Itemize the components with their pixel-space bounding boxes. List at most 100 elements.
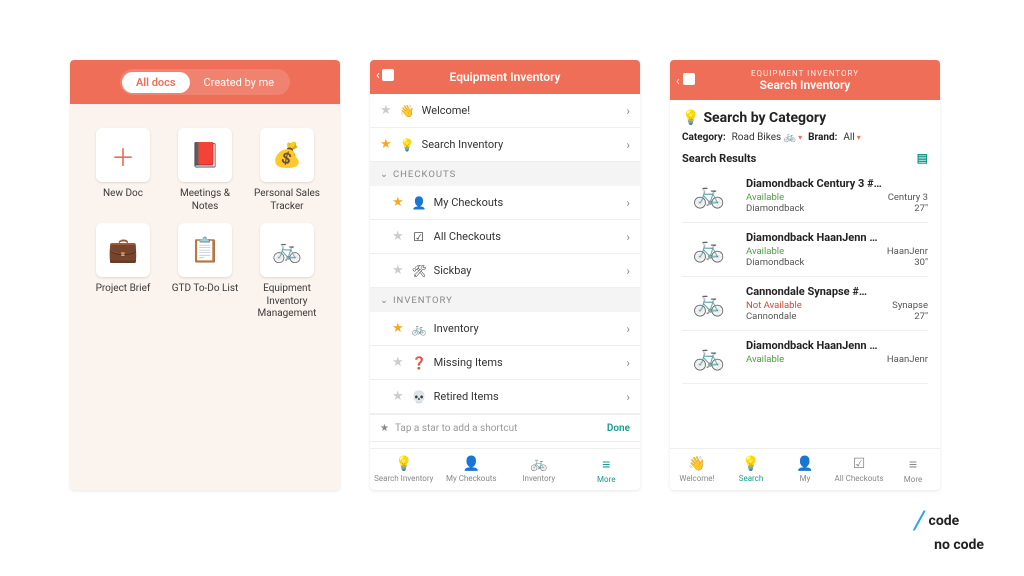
status-badge: Available (746, 192, 784, 203)
list-row[interactable]: ★❓Missing Items› (370, 346, 640, 380)
tab-icon: 👤 (796, 456, 813, 472)
brand-logo: /code no code (914, 506, 984, 554)
header-title: Equipment Inventory (450, 70, 561, 84)
star-icon[interactable]: ★ (380, 103, 392, 118)
back-button[interactable]: ‹ (676, 73, 695, 88)
tab-all-checkouts[interactable]: ☑All Checkouts (832, 449, 886, 490)
status-badge: Available (746, 246, 784, 257)
result-size: 27" (914, 311, 928, 322)
tile-gtd-label: GTD To-Do List (172, 283, 239, 296)
brand-line2: no code (934, 537, 984, 554)
phone-docs-home: All docs Created by me ＋ New Doc 📕Meetings… (70, 60, 340, 490)
tile-new-doc-label: New Doc (103, 188, 143, 201)
result-brand: Cannondale (746, 311, 796, 322)
star-icon[interactable]: ★ (392, 389, 404, 404)
row-label: All Checkouts (434, 230, 619, 243)
status-badge: Available (746, 354, 784, 365)
result-item[interactable]: 🚲 Diamondback HaanJenn … AvailableHaanJe… (682, 331, 928, 384)
chevron-right-icon: › (626, 390, 630, 404)
seg-created-by-me[interactable]: Created by me (190, 72, 289, 93)
hint-text: Tap a star to add a shortcut (395, 423, 517, 434)
result-model: Century 3 (888, 192, 928, 203)
header-title: Search Inventory (760, 78, 851, 92)
tab-more[interactable]: ≡ More (886, 449, 940, 490)
star-icon[interactable]: ★ (392, 229, 404, 244)
section-header[interactable]: ⌄ INVENTORY (370, 288, 640, 312)
done-button[interactable]: Done (607, 423, 630, 434)
chevron-right-icon: › (626, 196, 630, 210)
result-size: 30" (914, 257, 928, 268)
brand-line1: code (929, 513, 960, 530)
row-label: Retired Items (434, 390, 619, 403)
tab-inventory[interactable]: 🚲 Inventory (505, 449, 573, 490)
page-heading: 💡 Search by Category (682, 110, 928, 126)
brand-dropdown[interactable]: All ▾ (843, 132, 860, 143)
star-icon[interactable]: ★ (380, 137, 392, 152)
row-icon: ☑ (412, 230, 426, 244)
bike-thumb-icon: 🚲 (682, 231, 736, 267)
status-badge: Not Available (746, 300, 802, 311)
result-name: Diamondback HaanJenn … (746, 231, 928, 244)
seg-all-docs[interactable]: All docs (122, 72, 190, 93)
heading-text: Search by Category (703, 110, 826, 126)
list-row[interactable]: ★🛠Sickbay› (370, 254, 640, 288)
back-button[interactable]: ‹ (376, 68, 394, 82)
list-row[interactable]: ★💡Search Inventory› (370, 128, 640, 162)
tile-meetings-label: Meetings & Notes (166, 188, 244, 213)
tile-new-doc[interactable]: ＋ New Doc (84, 128, 162, 213)
tile-sales[interactable]: 💰Personal Sales Tracker (248, 128, 326, 213)
tab-more[interactable]: ≡More (573, 449, 641, 490)
category-label: Category: (682, 132, 726, 143)
row-label: Inventory (434, 322, 619, 335)
result-model: HaanJenr (887, 246, 928, 257)
tile-project-brief-icon: 💼 (96, 223, 150, 277)
tab-bar: 👋Welcome!💡Search👤My☑All Checkouts ≡ More (670, 448, 940, 490)
result-name: Cannondale Synapse #… (746, 285, 928, 298)
tab-search-inventory[interactable]: 💡Search Inventory (370, 449, 438, 490)
phone-search-inventory: ‹ EQUIPMENT INVENTORY Search Inventory 💡… (670, 60, 940, 490)
docs-header: All docs Created by me (70, 60, 340, 104)
row-icon: 👤 (412, 196, 426, 210)
chevron-down-icon: ▾ (857, 133, 861, 142)
tab-icon: 👤 (463, 456, 480, 472)
equip-header: ‹ Equipment Inventory (370, 60, 640, 94)
star-icon[interactable]: ★ (392, 321, 404, 336)
row-icon: 🚲 (412, 322, 426, 336)
bike-thumb-icon: 🚲 (682, 285, 736, 321)
tab-my[interactable]: 👤My (778, 449, 832, 490)
tile-project-brief[interactable]: 💼Project Brief (84, 223, 162, 321)
chevron-right-icon: › (626, 322, 630, 336)
row-icon: 🛠 (412, 264, 426, 278)
breadcrumb: EQUIPMENT INVENTORY (751, 69, 859, 78)
tab-welcome![interactable]: 👋Welcome! (670, 449, 724, 490)
tile-new-doc-icon: ＋ (96, 128, 150, 182)
tile-gtd[interactable]: 📋GTD To-Do List (166, 223, 244, 321)
list-row[interactable]: ★ 🚲 Inventory › (370, 312, 640, 346)
chevron-right-icon: › (626, 264, 630, 278)
tab-icon: ≡ (909, 456, 917, 473)
tab-label: Inventory (522, 474, 555, 483)
tab-my-checkouts[interactable]: 👤My Checkouts (438, 449, 506, 490)
tile-meetings[interactable]: 📕Meetings & Notes (166, 128, 244, 213)
tab-label: More (904, 475, 922, 484)
star-icon[interactable]: ★ (392, 195, 404, 210)
list-row[interactable]: ★👋Welcome!› (370, 94, 640, 128)
tile-equip[interactable]: 🚲Equipment Inventory Management (248, 223, 326, 321)
tab-icon: 🚲 (530, 456, 547, 472)
row-label: Missing Items (434, 356, 619, 369)
result-item[interactable]: 🚲 Diamondback Century 3 #… AvailableCent… (682, 169, 928, 223)
row-icon: 💡 (400, 138, 414, 152)
list-row[interactable]: ★👤My Checkouts› (370, 186, 640, 220)
list-row[interactable]: ★💀Retired Items› (370, 380, 640, 414)
layout-toggle-icon[interactable]: ▤ (917, 151, 928, 165)
category-dropdown[interactable]: Road Bikes 🚲 ▾ (732, 132, 802, 143)
list-row[interactable]: ★☑All Checkouts› (370, 220, 640, 254)
star-icon[interactable]: ★ (392, 355, 404, 370)
star-icon[interactable]: ★ (392, 263, 404, 278)
tab-search[interactable]: 💡Search (724, 449, 778, 490)
segment-control: All docs Created by me (120, 69, 290, 95)
result-item[interactable]: 🚲 Cannondale Synapse #… Not AvailableSyn… (682, 277, 928, 331)
result-item[interactable]: 🚲 Diamondback HaanJenn … Available HaanJe… (682, 223, 928, 277)
app-icon (382, 69, 394, 81)
section-header[interactable]: ⌄ CHECKOUTS (370, 162, 640, 186)
